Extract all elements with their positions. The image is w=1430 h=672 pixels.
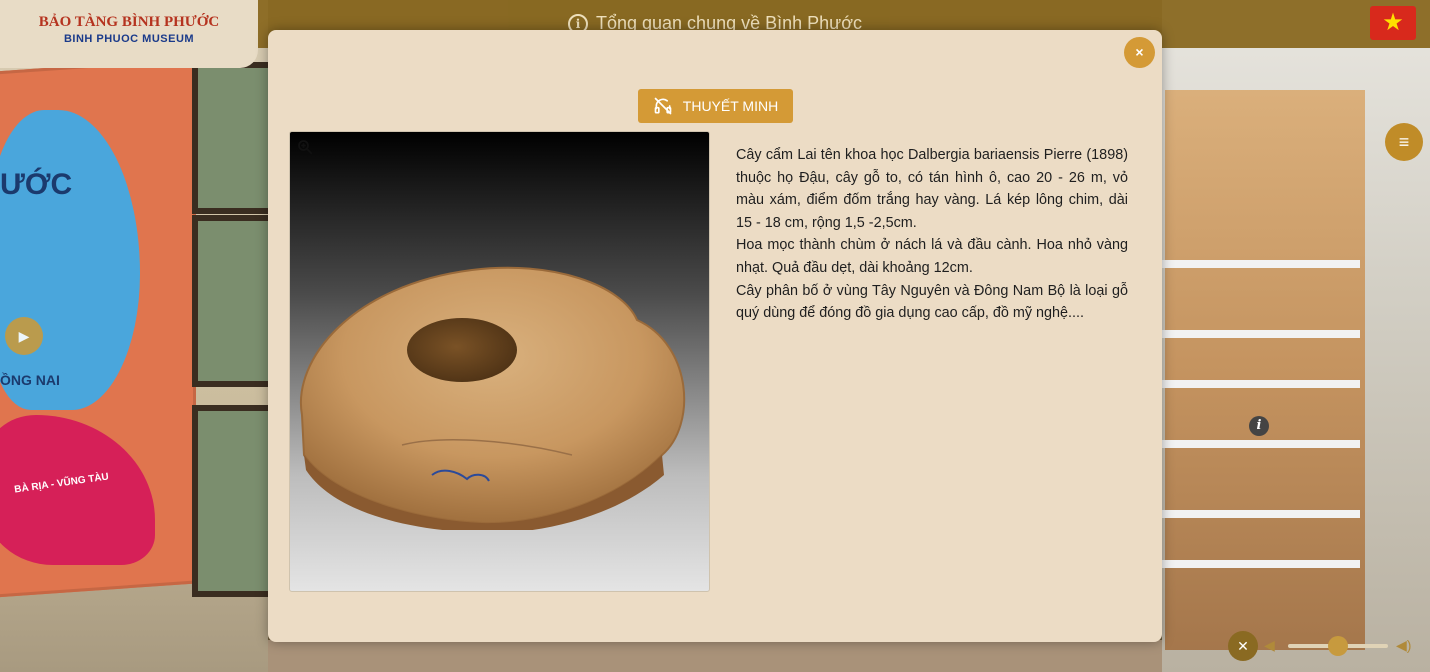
description-paragraph: Hoa mọc thành chùm ở nách lá và đầu cành… xyxy=(736,237,1128,276)
cabinet-shelf xyxy=(1160,440,1360,448)
wall-picture xyxy=(192,62,280,214)
cabinet-shelf xyxy=(1160,560,1360,568)
close-icon: × xyxy=(1135,44,1144,60)
cabinet-shelf xyxy=(1160,260,1360,268)
museum-logo[interactable]: BẢO TÀNG BÌNH PHƯỚC BINH PHUOC MUSEUM xyxy=(0,0,258,68)
cabinet-shelf xyxy=(1160,380,1360,388)
vietnam-flag-icon[interactable]: ★ xyxy=(1370,6,1416,40)
chevron-right-icon[interactable]: ▶ xyxy=(5,317,43,355)
map-label: ỒNG NAI xyxy=(0,372,60,388)
floor xyxy=(268,640,1162,672)
wall-picture xyxy=(192,215,280,387)
artifact-description: Cây cẩm Lai tên khoa học Dalbergia baria… xyxy=(736,144,1128,325)
logo-title: BẢO TÀNG BÌNH PHƯỚC xyxy=(38,14,220,30)
wall-picture xyxy=(192,405,280,597)
map-label: ƯỚC xyxy=(0,168,73,201)
hamburger-menu-icon[interactable]: ≡ xyxy=(1385,123,1423,161)
description-paragraph: Cây cẩm Lai tên khoa học Dalbergia baria… xyxy=(736,147,1128,231)
volume-mute-icon[interactable]: ✕ xyxy=(1228,631,1258,661)
narration-label: THUYẾT MINH xyxy=(682,98,779,114)
cabinet-shelf xyxy=(1160,510,1360,518)
volume-low-icon: ◀ xyxy=(1264,637,1275,653)
cabinet-shelf xyxy=(1160,330,1360,338)
description-paragraph: Cây phân bố ở vùng Tây Nguyên và Đông Na… xyxy=(736,282,1128,322)
logo-subtitle: BINH PHUOC MUSEUM xyxy=(63,33,195,45)
wood-stump-image xyxy=(299,266,686,530)
artifact-detail-modal: × THUYẾT MINH Cây cẩm Lai tên khoa học D… xyxy=(268,30,1162,642)
narration-button[interactable]: THUYẾT MINH xyxy=(638,89,793,123)
info-hotspot-icon[interactable]: i xyxy=(1249,416,1269,436)
zoom-icon[interactable] xyxy=(296,138,314,156)
headphones-off-icon xyxy=(654,97,672,115)
artifact-3d-viewer[interactable] xyxy=(289,131,710,592)
audio-controls: ✕ ◀ ◀) xyxy=(1228,631,1418,661)
volume-high-icon: ◀) xyxy=(1396,637,1412,653)
close-button[interactable]: × xyxy=(1124,37,1155,68)
volume-slider-knob[interactable] xyxy=(1328,636,1348,656)
